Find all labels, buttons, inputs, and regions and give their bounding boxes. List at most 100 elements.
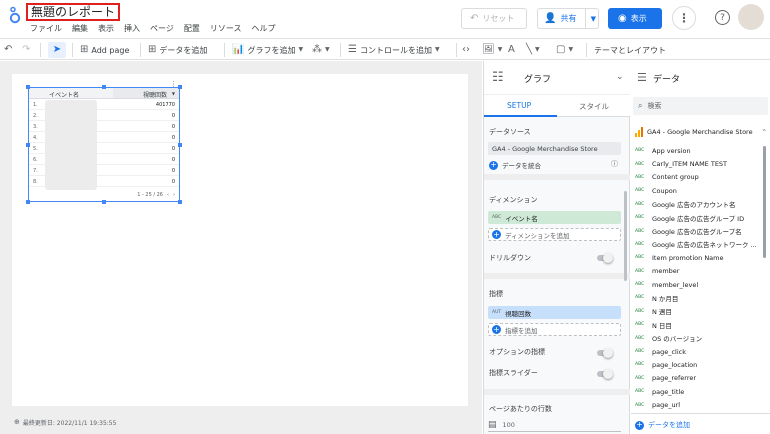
optional-metrics-toggle[interactable] bbox=[597, 348, 613, 358]
blend-data-label: データを統合 bbox=[502, 162, 541, 170]
line-icon[interactable]: ╲ ▼ bbox=[526, 42, 540, 58]
add-chart-button[interactable]: 📊 グラフを追加 ▼ bbox=[232, 42, 303, 58]
field-item[interactable]: ABC N 日目 bbox=[635, 318, 759, 331]
metric-chip[interactable]: AUT 視聴回数 bbox=[488, 306, 621, 319]
dimension-column-header[interactable]: イベント名 bbox=[49, 90, 79, 99]
field-item[interactable]: ABC member bbox=[635, 265, 759, 278]
chevron-down-icon[interactable]: ⌄ bbox=[616, 72, 624, 82]
menu-edit[interactable]: 編集 bbox=[72, 23, 88, 34]
resize-handle[interactable] bbox=[26, 143, 30, 147]
field-label: N 日目 bbox=[652, 321, 672, 330]
field-item[interactable]: ABC OS のバージョン bbox=[635, 331, 759, 344]
collapse-icon[interactable]: ⌃ bbox=[762, 128, 767, 136]
embed-code-icon[interactable]: ‹› bbox=[462, 42, 470, 58]
resize-handle[interactable] bbox=[102, 200, 106, 204]
menu-file[interactable]: ファイル bbox=[30, 23, 62, 34]
section-divider bbox=[484, 389, 630, 395]
field-item[interactable]: ABC page_location bbox=[635, 358, 759, 371]
metric-column-header[interactable]: 視聴回数 bbox=[143, 90, 167, 99]
datasource-row[interactable]: GA4 - Google Merchandise Store ⌃ bbox=[635, 126, 767, 138]
field-item[interactable]: ABC page_referrer bbox=[635, 372, 759, 385]
tab-setup[interactable]: SETUP bbox=[507, 101, 531, 110]
report-page[interactable]: イベント名 視聴回数 ▼ 1. 401770 2. 0 3. 0 4. 0 5. 0 6. 0 7. 0 8… bbox=[12, 74, 468, 406]
field-label: Coupon bbox=[652, 186, 677, 195]
menu-resource[interactable]: リソース bbox=[210, 23, 242, 34]
field-item[interactable]: ABC Carly_ITEM NAME TEST bbox=[635, 157, 759, 170]
field-item[interactable]: ABC Google 広告のアカウント名 bbox=[635, 198, 759, 211]
field-item[interactable]: ABC member_level bbox=[635, 278, 759, 291]
chevron-down-icon: ▼ bbox=[298, 46, 304, 53]
community-viz-button[interactable]: ⁂ ▼ bbox=[312, 42, 330, 58]
sort-desc-icon[interactable]: ▼ bbox=[172, 91, 175, 96]
theme-layout-button[interactable]: テーマとレイアウト bbox=[594, 42, 666, 58]
field-item[interactable]: ABC page_url bbox=[635, 398, 759, 411]
help-icon[interactable]: ⓘ bbox=[611, 159, 618, 169]
add-data-link[interactable]: + データを追加 bbox=[635, 420, 690, 430]
more-options-icon[interactable]: ⋮ bbox=[672, 6, 696, 30]
menu-page[interactable]: ページ bbox=[150, 23, 174, 34]
redo-icon[interactable]: ↷ bbox=[22, 42, 30, 58]
menu-help[interactable]: ヘルプ bbox=[251, 23, 275, 34]
field-item[interactable]: ABC Item promotion Name bbox=[635, 251, 759, 264]
menu-view[interactable]: 表示 bbox=[98, 23, 114, 34]
view-button[interactable]: ◉ 表示 bbox=[608, 8, 662, 29]
field-item[interactable]: ABC page_title bbox=[635, 385, 759, 398]
table-pagination: 1 - 25 / 26 ‹ › bbox=[137, 192, 175, 198]
avatar[interactable] bbox=[738, 4, 764, 30]
add-circle-icon[interactable]: ⊕ bbox=[14, 417, 20, 427]
field-item[interactable]: ABC N か月目 bbox=[635, 291, 759, 304]
chart-type-selector[interactable]: ☷ グラフ ⌄ bbox=[484, 61, 630, 95]
looker-studio-logo-icon[interactable] bbox=[8, 6, 22, 24]
field-item[interactable]: ABC Google 広告の広告ネットワーク ... bbox=[635, 238, 759, 251]
blend-data-button[interactable]: + データを統合 bbox=[489, 160, 541, 170]
image-icon[interactable]: 🖼 ▼ bbox=[482, 42, 502, 58]
field-search-input[interactable]: ⌕ 検索 bbox=[633, 97, 768, 115]
help-icon[interactable]: ? bbox=[715, 10, 730, 25]
field-item[interactable]: ABC Content group bbox=[635, 171, 759, 184]
add-control-button[interactable]: ☰ コントロールを追加 ▼ bbox=[348, 42, 440, 58]
toolbar-divider bbox=[40, 43, 41, 57]
add-data-button[interactable]: ⊞ データを追加 bbox=[148, 42, 207, 58]
add-metric-button[interactable]: + 指標を追加 bbox=[488, 323, 621, 336]
reset-button[interactable]: ↶ リセット bbox=[461, 8, 527, 29]
add-page-button[interactable]: ⊞ Add page bbox=[80, 42, 129, 58]
resize-handle[interactable] bbox=[178, 143, 182, 147]
row-metric-value: 0 bbox=[171, 113, 175, 119]
field-list-scrollbar[interactable] bbox=[763, 146, 766, 258]
metric-slider-toggle[interactable] bbox=[597, 369, 613, 379]
share-button[interactable]: 👤 共有 ▼ bbox=[537, 8, 599, 29]
select-pointer-icon[interactable]: ➤ bbox=[48, 42, 66, 58]
shape-icon[interactable]: ▢ ▼ bbox=[556, 42, 573, 58]
field-item[interactable]: ABC Google 広告の広告グループ名 bbox=[635, 224, 759, 237]
dimension-chip[interactable]: ABC イベント名 bbox=[488, 211, 621, 224]
resize-handle[interactable] bbox=[26, 200, 30, 204]
field-item[interactable]: ABC N 週目 bbox=[635, 305, 759, 318]
next-page-icon[interactable]: › bbox=[173, 192, 175, 198]
rows-per-page-input[interactable]: ▤ 100 bbox=[488, 419, 621, 432]
field-item[interactable]: ABC page_click bbox=[635, 345, 759, 358]
field-item[interactable]: ABC App version bbox=[635, 144, 759, 157]
datasource-chip[interactable]: GA4 - Google Merchandise Store bbox=[488, 142, 621, 155]
report-title[interactable]: 無題のレポート bbox=[26, 3, 121, 21]
resize-handle[interactable] bbox=[26, 85, 30, 89]
undo-icon[interactable]: ↶ bbox=[4, 42, 12, 58]
chart-menu-icon[interactable]: ⋮ bbox=[170, 80, 177, 88]
add-chart-label: グラフを追加 bbox=[247, 45, 296, 55]
tab-style[interactable]: スタイル bbox=[579, 101, 609, 112]
add-dimension-button[interactable]: + ディメンションを追加 bbox=[488, 228, 621, 241]
chevron-down-icon[interactable]: ▼ bbox=[591, 14, 596, 24]
menu-arrange[interactable]: 配置 bbox=[184, 23, 200, 34]
add-circle-icon: + bbox=[635, 420, 644, 430]
prev-page-icon[interactable]: ‹ bbox=[167, 192, 169, 198]
props-scrollbar[interactable] bbox=[624, 191, 627, 281]
resize-handle[interactable] bbox=[102, 85, 106, 89]
menu-insert[interactable]: 挿入 bbox=[124, 23, 140, 34]
resize-handle[interactable] bbox=[178, 200, 182, 204]
drilldown-toggle[interactable] bbox=[597, 253, 613, 263]
field-item[interactable]: ABC Google 広告の広告グループ ID bbox=[635, 211, 759, 224]
table-chart[interactable]: イベント名 視聴回数 ▼ 1. 401770 2. 0 3. 0 4. 0 5. 0 6. 0 7. 0 8… bbox=[26, 85, 182, 204]
field-item[interactable]: ABC Coupon bbox=[635, 184, 759, 197]
text-icon[interactable]: A bbox=[508, 42, 515, 58]
field-label: App version bbox=[652, 146, 691, 155]
resize-handle[interactable] bbox=[178, 85, 182, 89]
